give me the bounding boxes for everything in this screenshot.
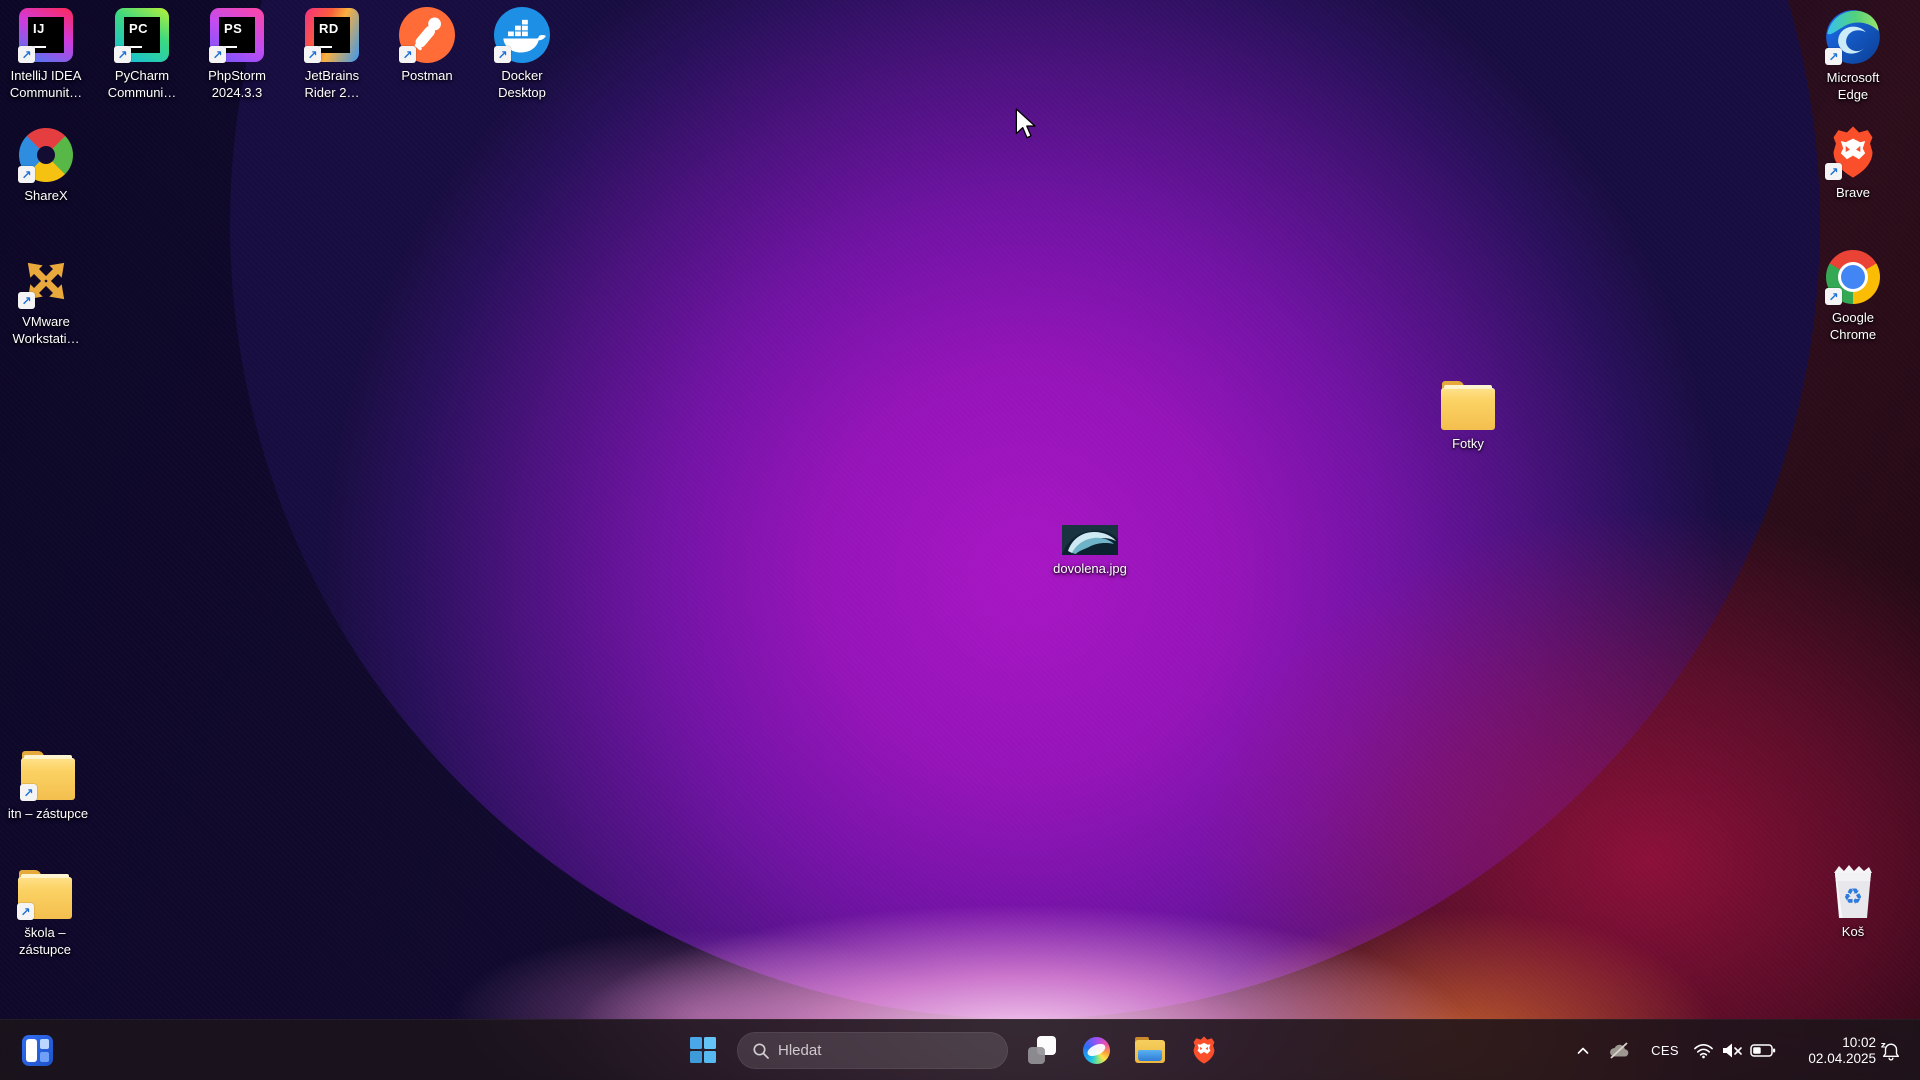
- system-tray: CES: [1569, 1020, 1920, 1080]
- icon-label: ShareX: [24, 187, 67, 204]
- language-indicator[interactable]: CES: [1643, 1031, 1687, 1071]
- icon-label: Fotky: [1452, 435, 1484, 452]
- widgets-board-icon: [22, 1035, 53, 1066]
- wave-photo-thumbnail: [1062, 525, 1118, 555]
- onedrive-paused-cloud-icon: [1608, 1042, 1630, 1059]
- onedrive-button[interactable]: [1603, 1031, 1635, 1071]
- icon-label: Koš: [1842, 923, 1864, 940]
- search-magnifier-icon: [751, 1041, 771, 1061]
- icon-label: PyCharm Communi…: [108, 67, 177, 101]
- battery-icon: [1750, 1042, 1776, 1059]
- notification-center-button[interactable]: z: [1876, 1031, 1906, 1071]
- search-field[interactable]: [738, 1033, 1007, 1068]
- icon-label: Brave: [1836, 184, 1870, 201]
- quick-settings-button[interactable]: [1687, 1031, 1782, 1071]
- brave-taskbar-button[interactable]: [1184, 1028, 1224, 1072]
- icon-label: PhpStorm 2024.3.3: [208, 67, 266, 101]
- desktop-icon-dovolena[interactable]: dovolena.jpg: [1042, 519, 1138, 577]
- shortcut-arrow-icon: [18, 166, 35, 183]
- copilot-button[interactable]: [1076, 1028, 1116, 1072]
- clock-button[interactable]: 10:02 02.04.2025: [1792, 1031, 1876, 1071]
- shortcut-arrow-icon: [494, 46, 511, 63]
- icon-label: itn – zástupce: [8, 805, 88, 822]
- svg-text:z: z: [1881, 1040, 1886, 1049]
- wallpaper-texture: [0, 0, 1920, 1080]
- desktop-icon-intellij[interactable]: IJ IntelliJ IDEA Communit…: [0, 6, 94, 101]
- desktop-icon-sharex[interactable]: ShareX: [0, 126, 94, 204]
- search-input[interactable]: [737, 1032, 1008, 1069]
- desktop-icon-edge[interactable]: Microsoft Edge: [1805, 8, 1901, 103]
- task-view-icon: [1028, 1036, 1056, 1064]
- start-button[interactable]: [683, 1028, 723, 1072]
- shortcut-arrow-icon: [1825, 48, 1842, 65]
- wifi-icon: [1693, 1042, 1714, 1059]
- icon-label: Google Chrome: [1830, 309, 1876, 343]
- icon-label: Docker Desktop: [498, 67, 546, 101]
- desktop-icon-skola[interactable]: škola – zástupce: [0, 863, 93, 958]
- shortcut-arrow-icon: [209, 46, 226, 63]
- volume-muted-icon: [1721, 1042, 1743, 1059]
- desktop-icon-vmware[interactable]: VMware Workstati…: [0, 252, 94, 347]
- shortcut-arrow-icon: [114, 46, 131, 63]
- windows-start-icon: [690, 1037, 716, 1063]
- widgets-button[interactable]: [14, 1028, 60, 1072]
- notification-bell-dnd-icon: z: [1880, 1040, 1902, 1062]
- shortcut-arrow-icon: [18, 46, 35, 63]
- shortcut-arrow-icon: [399, 46, 416, 63]
- desktop-icon-brave[interactable]: Brave: [1805, 123, 1901, 201]
- icon-label: dovolena.jpg: [1053, 560, 1127, 577]
- desktop-icon-postman[interactable]: Postman: [379, 6, 475, 84]
- icon-label: škola – zástupce: [19, 924, 71, 958]
- copilot-orb-icon: [1083, 1037, 1110, 1064]
- tray-date: 02.04.2025: [1808, 1051, 1876, 1067]
- desktop-icon-phpstorm[interactable]: PS PhpStorm 2024.3.3: [189, 6, 285, 101]
- icon-label: VMware Workstati…: [13, 313, 80, 347]
- desktop-icon-itn[interactable]: itn – zástupce: [0, 744, 103, 822]
- shortcut-arrow-icon: [1825, 288, 1842, 305]
- mouse-cursor: [1014, 108, 1040, 147]
- shortcut-arrow-icon: [304, 46, 321, 63]
- desktop: IJ IntelliJ IDEA Communit… PC PyCharm Co…: [0, 0, 1920, 1080]
- shortcut-arrow-icon: [18, 292, 35, 309]
- icon-label: Postman: [401, 67, 452, 84]
- recycle-bin-icon: ♻: [1830, 863, 1876, 919]
- chevron-up-icon: [1576, 1045, 1590, 1057]
- desktop-icon-rider[interactable]: RD JetBrains Rider 2…: [284, 6, 380, 101]
- file-explorer-folder-icon: [1135, 1037, 1165, 1063]
- shortcut-arrow-icon: [17, 903, 34, 920]
- tray-overflow-button[interactable]: [1569, 1031, 1597, 1071]
- shortcut-arrow-icon: [1825, 163, 1842, 180]
- desktop-icon-pycharm[interactable]: PC PyCharm Communi…: [94, 6, 190, 101]
- tray-time: 10:02: [1842, 1035, 1876, 1051]
- shortcut-arrow-icon: [20, 784, 37, 801]
- brave-lion-icon: [1191, 1035, 1217, 1065]
- icon-label: IntelliJ IDEA Communit…: [10, 67, 82, 101]
- task-view-button[interactable]: [1022, 1028, 1062, 1072]
- svg-text:♻: ♻: [1843, 885, 1863, 910]
- file-explorer-button[interactable]: [1130, 1028, 1170, 1072]
- icon-label: JetBrains Rider 2…: [305, 67, 360, 101]
- desktop-icon-recycle-bin[interactable]: ♻ Koš: [1805, 862, 1901, 940]
- folder-icon: [1441, 388, 1495, 430]
- desktop-icon-fotky[interactable]: Fotky: [1420, 374, 1516, 452]
- taskbar: CES: [0, 1019, 1920, 1080]
- desktop-icon-chrome[interactable]: Google Chrome: [1805, 248, 1901, 343]
- desktop-icon-docker[interactable]: Docker Desktop: [474, 6, 570, 101]
- icon-label: Microsoft Edge: [1827, 69, 1880, 103]
